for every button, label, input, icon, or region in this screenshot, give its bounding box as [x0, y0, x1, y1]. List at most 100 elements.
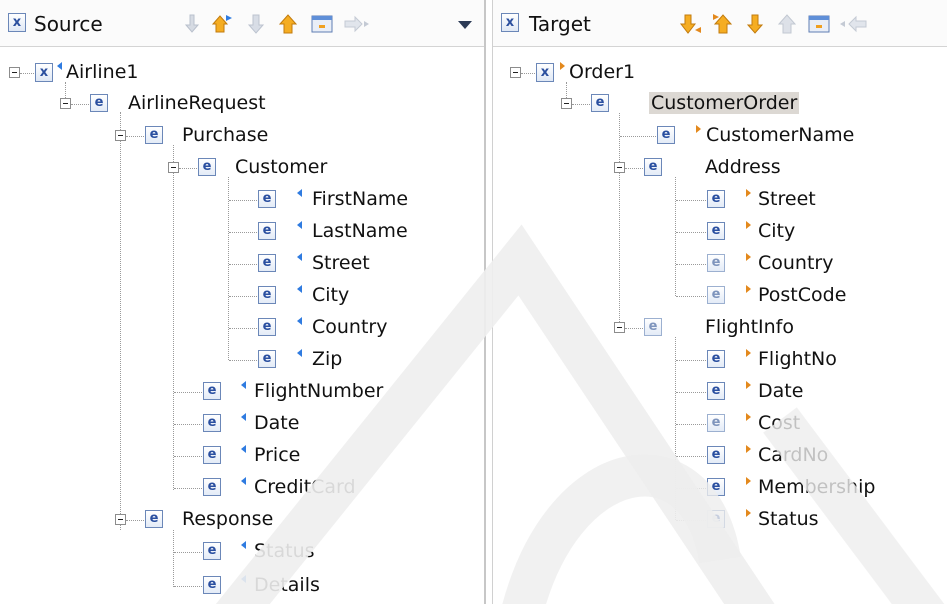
- layout-icon[interactable]: [807, 12, 831, 36]
- element-icon: e: [707, 382, 725, 400]
- element-icon: e: [258, 286, 276, 304]
- source-marker-icon: [297, 317, 302, 325]
- tree-root-label[interactable]: Order1: [569, 61, 635, 83]
- tree-node-label[interactable]: Status: [254, 540, 315, 562]
- element-icon: e: [145, 510, 163, 528]
- tree-node-label[interactable]: City: [312, 284, 349, 306]
- source-title: Source: [34, 12, 103, 36]
- element-icon: e: [198, 158, 216, 176]
- target-marker-icon: [560, 62, 565, 70]
- element-icon: e: [707, 222, 725, 240]
- target-marker-icon: [746, 509, 751, 517]
- collapse-toggle[interactable]: [614, 162, 625, 173]
- tree-root-label[interactable]: Airline1: [66, 61, 138, 83]
- element-icon: e: [707, 286, 725, 304]
- element-icon: e: [707, 510, 725, 528]
- target-marker-icon: [746, 349, 751, 357]
- tree-node-label[interactable]: Date: [254, 412, 299, 434]
- element-icon: e: [644, 318, 662, 336]
- tree-node-label[interactable]: LastName: [312, 220, 408, 242]
- move-up-icon[interactable]: [775, 12, 799, 36]
- source-marker-icon: [241, 477, 246, 485]
- source-marker-icon: [297, 189, 302, 197]
- tree-node-label[interactable]: Response: [182, 508, 273, 530]
- tree-node-label[interactable]: FirstName: [312, 188, 408, 210]
- element-icon: e: [707, 478, 725, 496]
- tree-node-label[interactable]: Customer: [235, 156, 327, 178]
- collapse-toggle[interactable]: [510, 67, 521, 78]
- element-icon: e: [258, 318, 276, 336]
- tree-node-label[interactable]: CustomerName: [706, 124, 854, 146]
- element-icon: e: [707, 254, 725, 272]
- schema-icon: x: [35, 63, 53, 82]
- collapse-toggle[interactable]: [9, 67, 20, 78]
- collapse-toggle[interactable]: [614, 322, 625, 333]
- move-up-right-icon[interactable]: [212, 12, 236, 36]
- dropdown-icon[interactable]: [455, 12, 475, 36]
- tree-node-label[interactable]: Membership: [758, 476, 875, 498]
- source-marker-icon: [297, 253, 302, 261]
- source-marker-icon: [57, 62, 62, 70]
- move-down-icon[interactable]: [244, 12, 268, 36]
- tree-node-label[interactable]: Country: [312, 316, 387, 338]
- layout-icon[interactable]: [310, 12, 334, 36]
- element-icon: e: [203, 414, 221, 432]
- tree-node-label[interactable]: Status: [758, 508, 819, 530]
- element-icon: e: [258, 350, 276, 368]
- collapse-toggle[interactable]: [561, 98, 572, 109]
- element-icon: e: [258, 254, 276, 272]
- tree-node-label[interactable]: FlightNumber: [254, 380, 383, 402]
- move-up-left-icon[interactable]: [711, 12, 735, 36]
- tree-node-label-selected[interactable]: CustomerOrder: [649, 92, 800, 114]
- collapse-toggle[interactable]: [115, 514, 126, 525]
- element-icon: e: [258, 222, 276, 240]
- source-marker-icon: [297, 285, 302, 293]
- move-down-icon[interactable]: [743, 12, 767, 36]
- collapse-toggle[interactable]: [168, 162, 179, 173]
- tree-node-label[interactable]: AirlineRequest: [128, 92, 266, 114]
- target-panel: x Target x Order1 e CustomerOrder e Cust…: [492, 0, 947, 604]
- move-down-right-icon[interactable]: [180, 12, 204, 36]
- source-marker-icon: [297, 349, 302, 357]
- element-icon: e: [707, 350, 725, 368]
- collapse-toggle[interactable]: [60, 98, 71, 109]
- tree-node-label[interactable]: Country: [758, 252, 833, 274]
- schema-icon: x: [501, 13, 519, 32]
- back-icon[interactable]: [839, 12, 869, 36]
- tree-node-label[interactable]: Street: [758, 188, 816, 210]
- source-marker-icon: [241, 575, 246, 583]
- tree-node-label[interactable]: Address: [705, 156, 781, 178]
- tree-node-label[interactable]: CreditCard: [254, 476, 356, 498]
- tree-node-label[interactable]: PostCode: [758, 284, 846, 306]
- element-icon: e: [203, 446, 221, 464]
- schema-icon: x: [536, 63, 554, 82]
- collapse-toggle[interactable]: [115, 130, 126, 141]
- target-marker-icon: [746, 477, 751, 485]
- tree-node-label[interactable]: Price: [254, 444, 300, 466]
- tree-node-label[interactable]: CardNo: [758, 444, 828, 466]
- element-icon: e: [145, 126, 163, 144]
- tree-node-label[interactable]: City: [758, 220, 795, 242]
- element-icon: e: [203, 382, 221, 400]
- forward-icon[interactable]: [342, 12, 374, 36]
- tree-node-label[interactable]: Date: [758, 380, 803, 402]
- source-panel: x Source x Airline1 e AirlineRequest e P…: [0, 0, 486, 604]
- target-marker-icon: [746, 381, 751, 389]
- tree-node-label[interactable]: Cost: [758, 412, 800, 434]
- element-icon: e: [258, 190, 276, 208]
- tree-node-label[interactable]: Street: [312, 252, 370, 274]
- element-icon: e: [707, 446, 725, 464]
- move-down-left-icon[interactable]: [679, 12, 703, 36]
- element-icon: e: [591, 94, 609, 112]
- tree-node-label[interactable]: FlightInfo: [705, 316, 794, 338]
- tree-node-label[interactable]: Purchase: [182, 124, 268, 146]
- source-toolbar: x Source: [0, 0, 484, 47]
- target-marker-icon: [746, 285, 751, 293]
- element-icon: e: [203, 542, 221, 560]
- tree-node-label[interactable]: FlightNo: [758, 348, 837, 370]
- element-icon: e: [203, 478, 221, 496]
- tree-node-label[interactable]: Details: [254, 574, 320, 596]
- source-marker-icon: [241, 413, 246, 421]
- move-up-icon[interactable]: [276, 12, 300, 36]
- tree-node-label[interactable]: Zip: [312, 348, 342, 370]
